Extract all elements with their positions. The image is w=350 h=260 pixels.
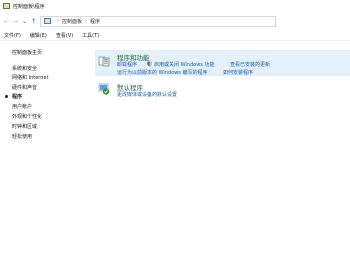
menu-bar: 文件(F) 编辑(E) 查看(V) 工具(T)	[0, 31, 350, 41]
sidebar-item-system-security[interactable]: 系统和安全	[12, 65, 37, 72]
sidebar-item-network[interactable]: 网络和 Internet	[12, 74, 48, 81]
programs-features-icon	[98, 56, 110, 67]
up-arrow-icon[interactable]: ↑	[29, 15, 38, 27]
sidebar-item-user-accounts[interactable]: 用户帐户	[12, 103, 32, 110]
menu-view[interactable]: 查看(V)	[56, 32, 73, 39]
menu-file[interactable]: 文件(F)	[4, 32, 21, 39]
breadcrumb-separator-icon: ›	[85, 18, 88, 24]
breadcrumb-control-panel[interactable]: 控制面板	[62, 18, 82, 25]
control-panel-icon	[3, 3, 10, 9]
window-title: 控制面板\程序	[13, 3, 45, 10]
title-bar: 控制面板\程序	[0, 0, 350, 12]
breadcrumb-programs[interactable]: 程序	[90, 18, 100, 25]
menu-edit[interactable]: 编辑(E)	[30, 32, 47, 39]
sidebar-item-appearance[interactable]: 外观和个性化	[12, 113, 42, 120]
back-arrow-icon[interactable]: ←	[2, 15, 11, 27]
uac-shield-icon	[147, 61, 152, 67]
sidebar-home-link[interactable]: 控制面板主页	[12, 49, 42, 56]
forward-arrow-icon[interactable]: →	[11, 15, 20, 27]
address-field[interactable]: › 控制面板 › 程序	[40, 15, 276, 27]
control-panel-icon	[44, 18, 51, 24]
menu-tools[interactable]: 工具(T)	[82, 32, 99, 39]
breadcrumb-separator-icon: ›	[57, 18, 59, 24]
default-programs-icon	[98, 83, 110, 95]
sidebar-item-clock-region[interactable]: 时钟和区域	[12, 123, 37, 130]
active-bullet-icon	[5, 95, 8, 98]
sidebar-item-ease-of-access[interactable]: 轻松使用	[12, 133, 32, 140]
default-programs-section: 默认程序 更改媒体或设备的默认设置	[95, 81, 350, 101]
address-bar-row: ← → ⌄ ↑ › 控制面板 › 程序	[0, 14, 350, 28]
sidebar-item-programs[interactable]: 程序	[12, 93, 22, 100]
run-older-programs-link[interactable]: 运行为以前版本的 Windows 编写的程序	[117, 69, 208, 76]
recent-locations-chevron-icon[interactable]: ⌄	[20, 15, 29, 27]
how-to-install-link[interactable]: 如何安装程序	[223, 69, 253, 76]
installed-updates-link[interactable]: 查看已安装的更新	[230, 61, 270, 68]
sidebar: 控制面板主页 系统和安全 网络和 Internet 硬件和声音 程序 用户帐户 …	[0, 44, 95, 260]
sidebar-item-hardware-sound[interactable]: 硬件和声音	[12, 84, 37, 91]
programs-features-section: 程序和功能 卸载程序 启用或关闭 Windows 功能 查看已安装的更新 运行为…	[95, 50, 350, 76]
main-content: 程序和功能 卸载程序 启用或关闭 Windows 功能 查看已安装的更新 运行为…	[95, 48, 350, 260]
windows-features-link[interactable]: 启用或关闭 Windows 功能	[147, 61, 215, 68]
media-device-defaults-link[interactable]: 更改媒体或设备的默认设置	[117, 91, 177, 98]
windows-features-label: 启用或关闭 Windows 功能	[154, 61, 215, 68]
uninstall-program-link[interactable]: 卸载程序	[117, 61, 137, 68]
